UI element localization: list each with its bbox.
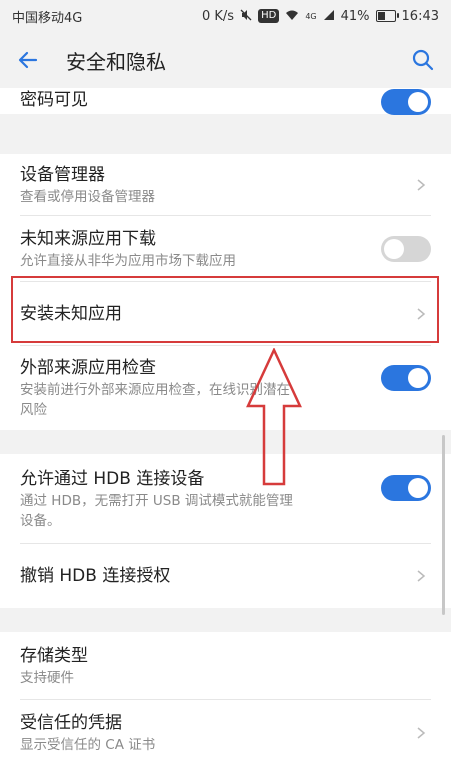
row-password-visible[interactable]: 密码可见 (0, 88, 451, 115)
row-subtitle: 查看或停用设备管理器 (20, 189, 155, 205)
row-subtitle-2: 设备。 (20, 513, 61, 529)
row-subtitle: 通过 HDB，无需打开 USB 调试模式就能管理 (20, 493, 293, 509)
row-title: 存储类型 (20, 646, 88, 666)
group-gap (0, 608, 451, 632)
row-subtitle-2: 风险 (20, 402, 47, 418)
row-title: 密码可见 (20, 90, 88, 110)
search-icon (412, 49, 434, 71)
battery-percent: 41% (340, 8, 370, 24)
password-visible-toggle[interactable] (381, 89, 431, 115)
network-speed: 0 K/s (202, 8, 235, 24)
signal-icon (323, 9, 335, 24)
row-hdb-connect[interactable]: 允许通过 HDB 连接设备 通过 HDB，无需打开 USB 调试模式就能管理 设… (0, 454, 451, 544)
row-subtitle: 允许直接从非华为应用市场下载应用 (20, 253, 236, 269)
settings-list: 密码可见 设备管理器 查看或停用设备管理器 未知来源应用下载 允许直接从非华为应… (0, 88, 451, 766)
row-subtitle: 安装前进行外部来源应用检查，在线识别潜在 (20, 382, 290, 398)
row-title: 未知来源应用下载 (20, 229, 156, 249)
status-bar: 中国移动4G 0 K/s HD 4G 41% 16:43 (0, 0, 451, 32)
row-subtitle: 显示受信任的 CA 证书 (20, 737, 156, 753)
page-title: 安全和隐私 (66, 49, 166, 74)
external-check-toggle[interactable] (381, 365, 431, 391)
search-button[interactable] (395, 32, 451, 88)
mute-icon (240, 9, 252, 24)
chevron-right-icon (417, 570, 426, 582)
network-type: 4G (305, 11, 317, 21)
back-arrow-icon (18, 51, 38, 69)
row-device-manager[interactable]: 设备管理器 查看或停用设备管理器 (0, 154, 451, 216)
row-unknown-sources[interactable]: 未知来源应用下载 允许直接从非华为应用市场下载应用 (0, 216, 451, 282)
scrollbar[interactable] (442, 435, 445, 615)
row-title: 设备管理器 (20, 165, 105, 185)
row-title: 撤销 HDB 连接授权 (20, 566, 171, 586)
unknown-sources-toggle[interactable] (381, 236, 431, 262)
row-trusted-credentials[interactable]: 受信任的凭据 显示受信任的 CA 证书 (0, 700, 451, 766)
row-revoke-hdb[interactable]: 撤销 HDB 连接授权 (0, 544, 451, 608)
row-title: 外部来源应用检查 (20, 358, 156, 378)
row-title: 受信任的凭据 (20, 713, 122, 733)
battery-icon (375, 10, 399, 22)
back-button[interactable] (0, 32, 56, 88)
hd-badge: HD (258, 9, 280, 23)
group-gap (0, 430, 451, 454)
up-arrow-annotation (246, 348, 302, 486)
highlight-box (11, 276, 439, 343)
settings-group-4: 存储类型 支持硬件 受信任的凭据 显示受信任的 CA 证书 (0, 632, 451, 766)
carrier-label: 中国移动4G (12, 10, 83, 26)
row-subtitle: 支持硬件 (20, 670, 74, 686)
row-external-source-check[interactable]: 外部来源应用检查 安装前进行外部来源应用检查，在线识别潜在 风险 (0, 346, 451, 430)
clock: 16:43 (401, 8, 439, 24)
group-gap (0, 114, 451, 154)
settings-group-1: 密码可见 (0, 88, 451, 115)
hdb-toggle[interactable] (381, 475, 431, 501)
chevron-right-icon (417, 727, 426, 739)
wifi-icon (285, 9, 299, 24)
row-title: 允许通过 HDB 连接设备 (20, 469, 205, 489)
app-bar: 安全和隐私 (0, 32, 451, 88)
row-storage-type[interactable]: 存储类型 支持硬件 (0, 632, 451, 700)
chevron-right-icon (417, 179, 426, 191)
settings-group-3: 允许通过 HDB 连接设备 通过 HDB，无需打开 USB 调试模式就能管理 设… (0, 454, 451, 608)
